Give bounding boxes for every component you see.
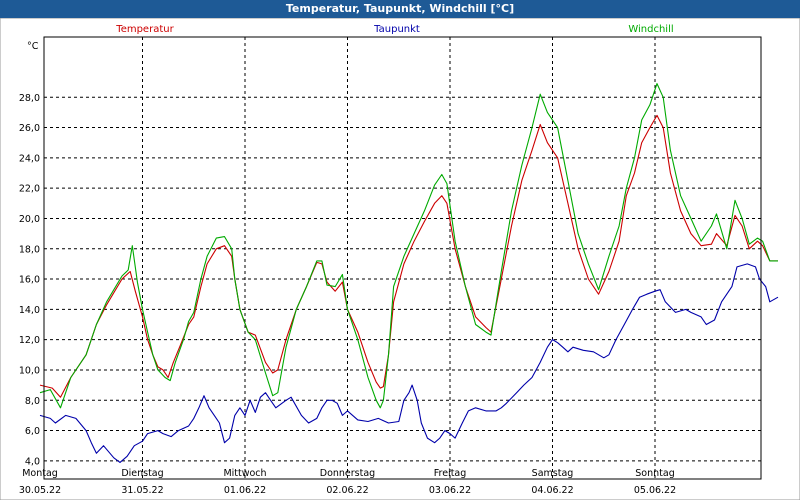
y-tick-label: 10,0 [19,365,40,376]
y-tick-label: 6,0 [25,426,40,437]
x-tick-date: 30.05.22 [19,485,61,496]
y-tick-label: 4,0 [25,456,40,467]
y-tick-label: 28,0 [19,93,40,104]
window-title: Temperatur, Taupunkt, Windchill [°C] [0,0,800,18]
y-tick-label: 14,0 [19,305,40,316]
y-tick-label: 12,0 [19,335,40,346]
x-tick-date: 05.06.22 [634,485,676,496]
chart: 4,0 6,0 8,0 10,0 12,0 14,0 16,0 18,0 20,0 22,0 24,… [0,18,800,500]
x-tick-day: Sonntag [635,468,674,479]
x-tick-date: 02.06.22 [326,485,368,496]
y-tick-label: 26,0 [19,123,40,134]
y-tick-label: 20,0 [19,214,40,225]
x-tick-day: Dienstag [121,468,163,479]
y-unit-label: °C [27,41,39,52]
x-tick-day: Mittwoch [223,468,266,479]
x-tick-day: Freitag [434,468,467,479]
legend-taupunkt: Taupunkt [373,24,420,35]
x-tick-day: Montag [22,468,58,479]
y-tick-label: 16,0 [19,275,40,286]
x-tick-date: 01.06.22 [224,485,266,496]
y-tick-label: 22,0 [19,184,40,195]
x-tick-day: Samstag [532,468,574,479]
x-tick-date: 03.06.22 [429,485,471,496]
y-tick-label: 8,0 [25,396,40,407]
x-tick-day: Donnerstag [320,468,375,479]
y-tick-label: 18,0 [19,244,40,255]
legend-windchill: Windchill [628,24,673,35]
chart-background [0,18,800,500]
y-tick-label: 24,0 [19,153,40,164]
legend-temperatur: Temperatur [115,24,174,35]
x-tick-date: 04.06.22 [531,485,573,496]
x-tick-date: 31.05.22 [121,485,163,496]
